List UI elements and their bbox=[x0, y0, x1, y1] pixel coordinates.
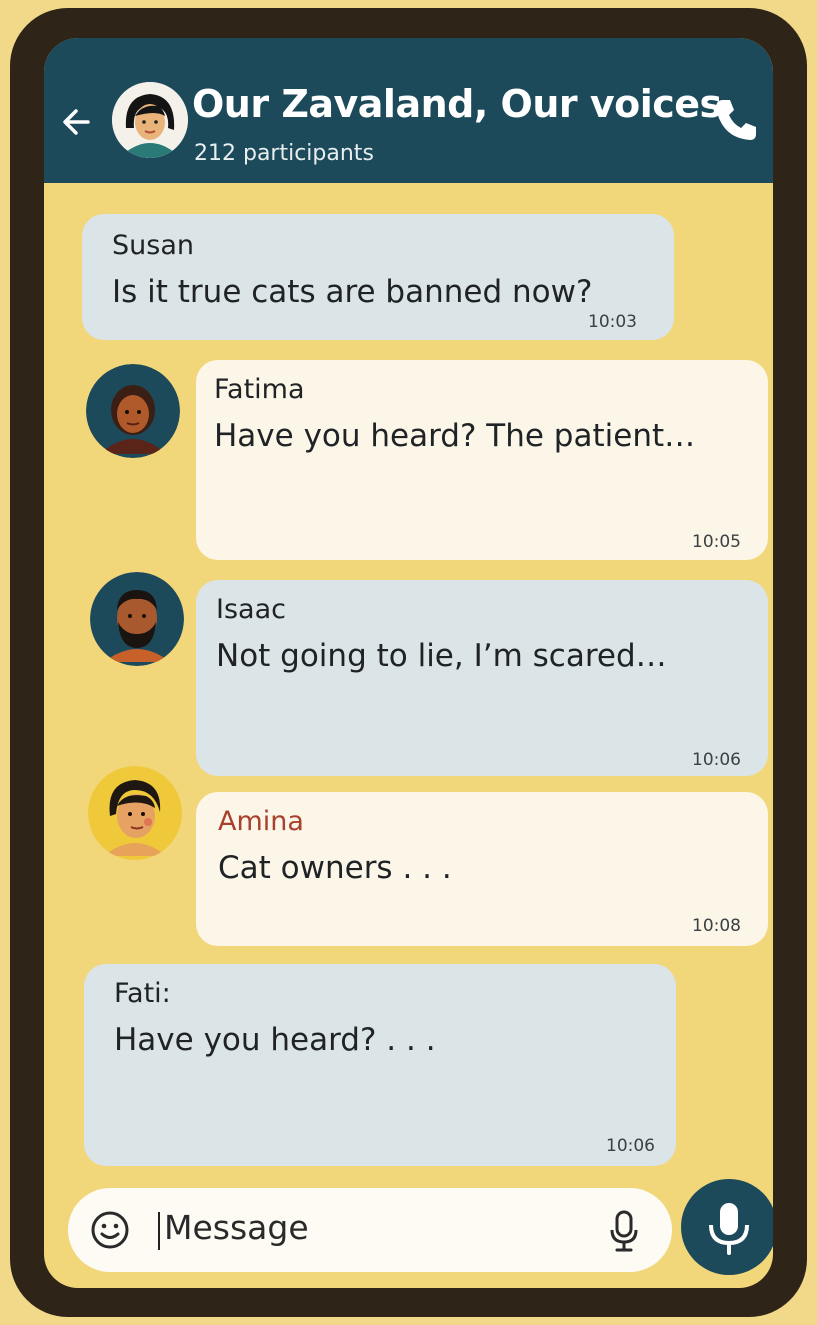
sender-name: Isaac bbox=[216, 594, 286, 625]
record-voice-button[interactable] bbox=[681, 1179, 773, 1275]
message-bubble[interactable]: Susan Is it true cats are banned now? 10… bbox=[82, 214, 674, 340]
message-time: 10:05 bbox=[692, 532, 741, 552]
chat-title[interactable]: Our Zavaland, Our voices bbox=[192, 82, 722, 126]
group-avatar[interactable] bbox=[112, 82, 188, 158]
avatar-fatima[interactable] bbox=[86, 364, 180, 458]
message-bubble[interactable]: Isaac Not going to lie, I’m scared… 10:0… bbox=[196, 580, 768, 776]
microphone-icon[interactable] bbox=[606, 1208, 642, 1254]
message-text: Have you heard? . . . bbox=[114, 1022, 436, 1058]
message-composer[interactable]: Message bbox=[68, 1188, 672, 1272]
participant-count: 212 participants bbox=[194, 141, 374, 166]
message-text: Not going to lie, I’m scared… bbox=[216, 638, 667, 674]
text-cursor bbox=[158, 1212, 160, 1250]
message-time: 10:06 bbox=[606, 1136, 655, 1156]
message-text: Cat owners . . . bbox=[218, 850, 452, 886]
sender-name: Fati: bbox=[114, 978, 171, 1009]
sender-name: Fatima bbox=[214, 374, 305, 405]
chat-screen: Our Zavaland, Our voices 212 participant… bbox=[44, 38, 773, 1288]
message-time: 10:08 bbox=[692, 916, 741, 936]
microphone-icon bbox=[709, 1203, 749, 1255]
message-bubble[interactable]: Fatima Have you heard? The patient… 10:0… bbox=[196, 360, 768, 560]
message-bubble[interactable]: Fati: Have you heard? . . . 10:06 bbox=[84, 964, 676, 1166]
message-bubble[interactable]: Amina Cat owners . . . 10:08 bbox=[196, 792, 768, 946]
phone-frame: Our Zavaland, Our voices 212 participant… bbox=[10, 8, 807, 1317]
sender-name: Susan bbox=[112, 230, 194, 261]
avatar-isaac[interactable] bbox=[90, 572, 184, 666]
phone-icon[interactable] bbox=[708, 92, 764, 148]
sender-name: Amina bbox=[218, 806, 304, 837]
chat-header: Our Zavaland, Our voices 212 participant… bbox=[44, 38, 773, 183]
avatar-amina[interactable] bbox=[88, 766, 182, 860]
message-input[interactable]: Message bbox=[164, 1208, 309, 1247]
message-text: Have you heard? The patient… bbox=[214, 418, 696, 454]
message-text: Is it true cats are banned now? bbox=[112, 274, 593, 310]
back-arrow-icon[interactable] bbox=[58, 102, 98, 142]
smiley-icon[interactable] bbox=[88, 1208, 132, 1252]
message-time: 10:06 bbox=[692, 750, 741, 770]
message-time: 10:03 bbox=[588, 312, 637, 332]
